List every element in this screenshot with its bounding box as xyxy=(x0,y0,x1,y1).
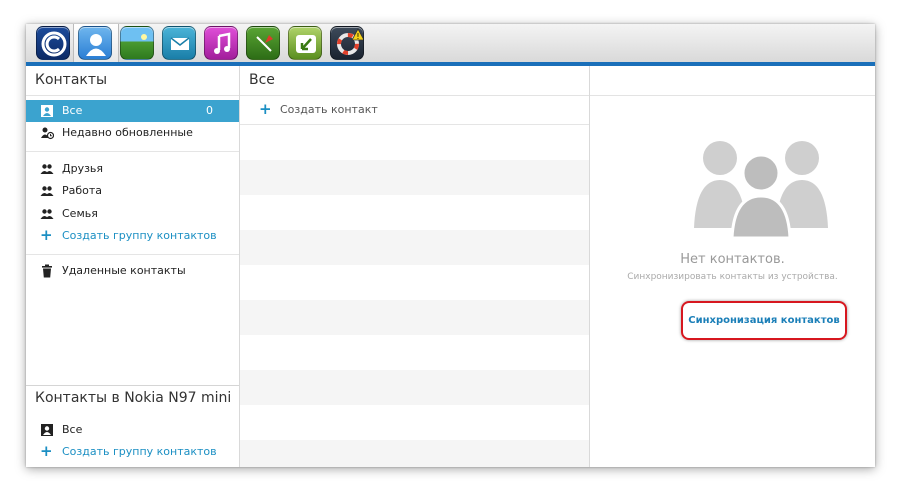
sync-highlight-box: Синхронизация контактов xyxy=(681,301,847,340)
nav-item-work-label: Работа xyxy=(62,184,103,197)
mail-icon[interactable] xyxy=(162,26,196,60)
list-row xyxy=(240,160,589,195)
nav-item-family[interactable]: Семья xyxy=(26,203,239,225)
nav-item-all[interactable]: Все 0 xyxy=(26,100,239,122)
list-title-bar: Все xyxy=(240,66,589,96)
nav-item-family-label: Семья xyxy=(62,207,98,220)
sync-contacts-button[interactable]: Синхронизация контактов xyxy=(683,303,845,338)
device-section-separator xyxy=(26,385,239,386)
details-title-bar xyxy=(590,66,875,96)
details-panel: Нет контактов. Синхронизировать контакты… xyxy=(590,66,875,467)
list-row xyxy=(240,300,589,335)
group-icon xyxy=(40,164,54,174)
nav-item-all-count: 0 xyxy=(206,104,213,117)
nav-item-recent[interactable]: Недавно обновленные xyxy=(26,122,239,144)
contact-card-icon xyxy=(41,424,53,436)
trash-icon xyxy=(42,264,52,278)
top-toolbar: ! xyxy=(26,24,875,62)
empty-state-title: Нет контактов. xyxy=(680,252,785,267)
groups-panel: Контакты Все 0 Недавно обновленные Друзь… xyxy=(26,66,240,467)
backup-icon[interactable] xyxy=(288,26,322,60)
device-nav-item-all[interactable]: Все xyxy=(26,419,239,441)
support-icon[interactable]: ! xyxy=(330,26,364,60)
group-icon xyxy=(40,186,54,196)
svg-text:!: ! xyxy=(356,32,359,41)
group-icon xyxy=(40,209,54,219)
photos-icon[interactable] xyxy=(120,26,154,60)
separator xyxy=(26,254,239,255)
nav-item-friends-label: Друзья xyxy=(62,162,104,175)
app-window: ! Контакты Все 0 Недавно обновленные Дру… xyxy=(26,24,875,467)
list-row xyxy=(240,335,589,370)
list-row xyxy=(240,230,589,265)
music-icon[interactable] xyxy=(204,26,238,60)
device-title: Контакты в Nokia N97 mini xyxy=(35,390,232,406)
empty-state-subtitle: Синхронизировать контакты из устройства. xyxy=(627,272,838,282)
groups-title-bar: Контакты xyxy=(26,66,239,96)
list-row xyxy=(240,370,589,405)
list-row xyxy=(240,405,589,440)
contact-card-icon xyxy=(41,105,53,117)
nav-item-deleted-label: Удаленные контакты xyxy=(62,264,186,277)
people-placeholder-icon xyxy=(694,141,828,238)
nav-item-deleted[interactable]: Удаленные контакты xyxy=(26,260,239,282)
plus-icon: + xyxy=(40,226,53,244)
device-create-group-label: Создать группу контактов xyxy=(62,445,217,458)
groups-title: Контакты xyxy=(35,72,108,88)
maps-icon[interactable] xyxy=(246,26,280,60)
app-logo-icon[interactable] xyxy=(36,26,70,60)
nav-item-friends[interactable]: Друзья xyxy=(26,158,239,180)
list-row xyxy=(240,195,589,230)
device-create-group-link[interactable]: + Создать группу контактов xyxy=(26,441,239,463)
list-title: Все xyxy=(249,72,275,88)
recent-contacts-icon xyxy=(41,127,54,140)
device-nav-item-all-label: Все xyxy=(62,423,83,436)
list-row xyxy=(240,265,589,300)
create-contact-button[interactable]: + Создать контакт xyxy=(240,99,589,121)
nav-item-work[interactable]: Работа xyxy=(26,180,239,202)
contacts-list-panel: Все + Создать контакт xyxy=(240,66,590,467)
plus-icon: + xyxy=(40,442,53,460)
create-contact-label: Создать контакт xyxy=(280,103,378,116)
contacts-icon[interactable] xyxy=(78,26,112,60)
list-row xyxy=(240,440,589,467)
nav-item-recent-label: Недавно обновленные xyxy=(62,126,193,139)
nav-item-all-label: Все xyxy=(62,104,83,117)
list-row xyxy=(240,125,589,160)
create-group-label: Создать группу контактов xyxy=(62,229,217,242)
separator xyxy=(26,151,239,152)
plus-icon: + xyxy=(259,100,272,118)
create-group-link[interactable]: + Создать группу контактов xyxy=(26,225,239,247)
